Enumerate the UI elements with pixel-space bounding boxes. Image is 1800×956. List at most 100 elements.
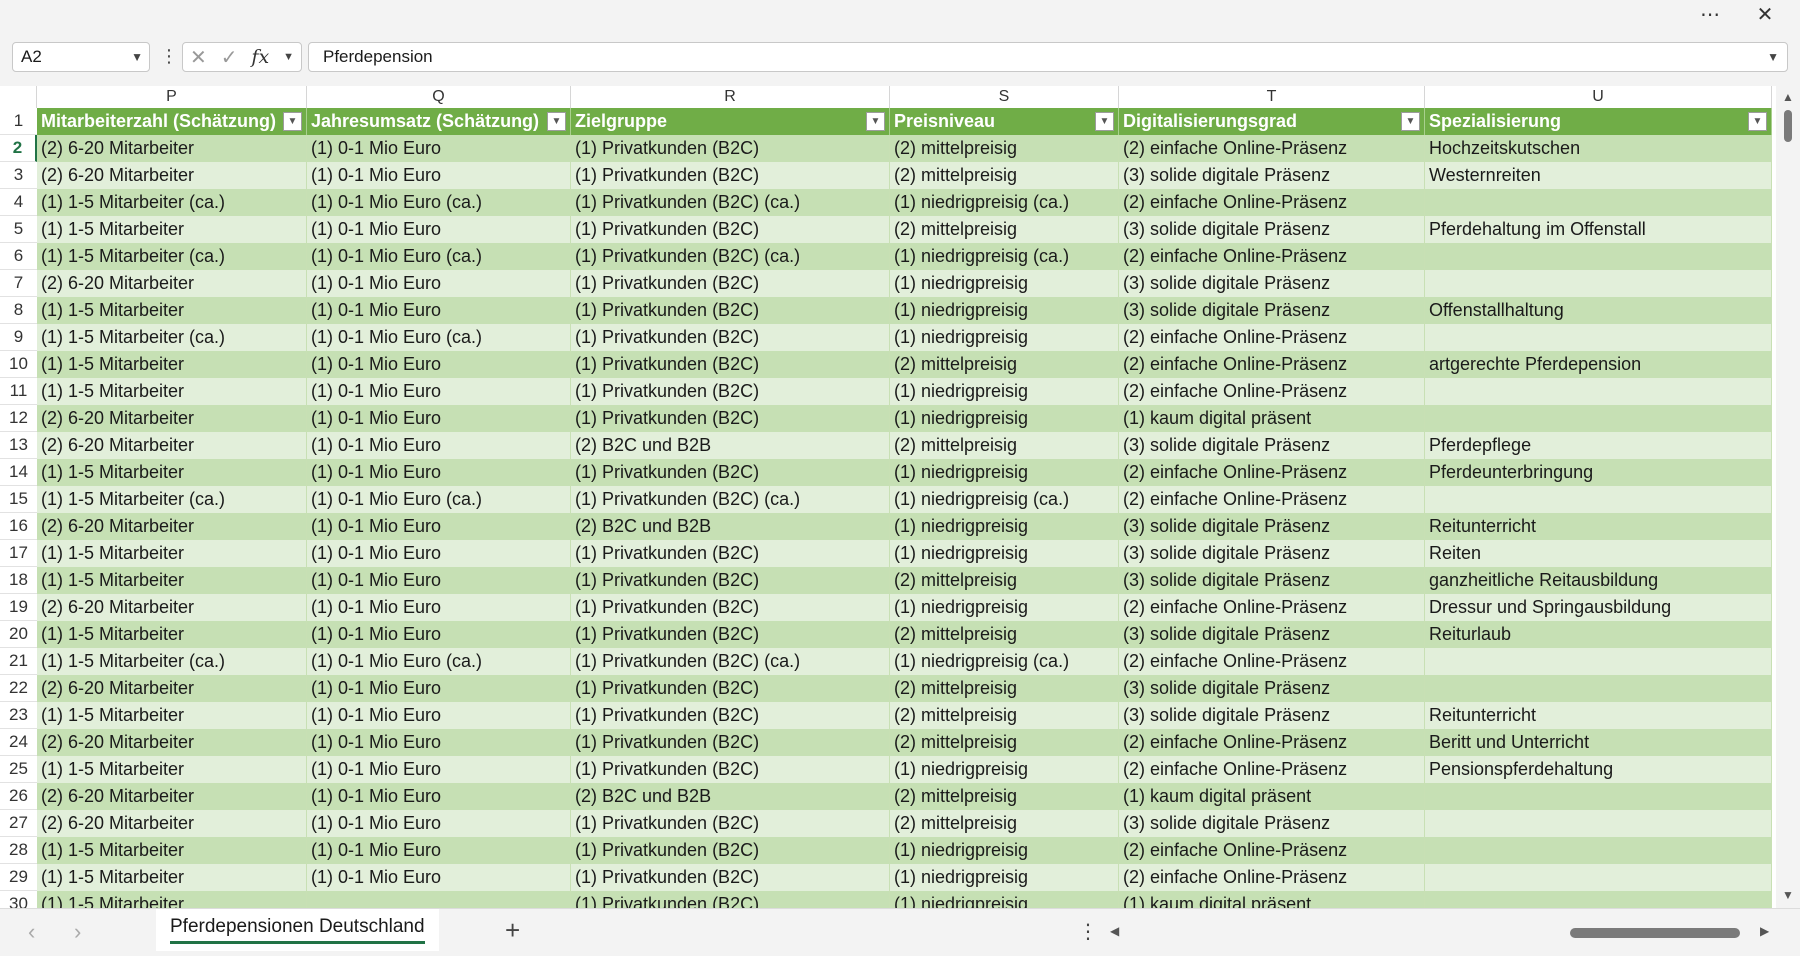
- table-cell[interactable]: (1) Privatkunden (B2C): [571, 135, 890, 162]
- row-header[interactable]: 26: [0, 783, 37, 810]
- table-cell[interactable]: [1425, 324, 1772, 351]
- table-cell[interactable]: (1) Privatkunden (B2C) (ca.): [571, 648, 890, 675]
- table-cell[interactable]: [1425, 270, 1772, 297]
- row-header[interactable]: 28: [0, 837, 37, 864]
- row-header[interactable]: 12: [0, 405, 37, 432]
- table-cell[interactable]: (3) solide digitale Präsenz: [1119, 621, 1425, 648]
- filter-dropdown-icon[interactable]: ▼: [866, 112, 885, 131]
- table-header-cell[interactable]: Mitarbeiterzahl (Schätzung) ▼: [37, 108, 307, 135]
- table-cell[interactable]: (1) 1-5 Mitarbeiter (ca.): [37, 243, 307, 270]
- table-cell[interactable]: (1) Privatkunden (B2C): [571, 162, 890, 189]
- table-cell[interactable]: (1) Privatkunden (B2C): [571, 270, 890, 297]
- table-cell[interactable]: (2) mittelpreisig: [890, 432, 1119, 459]
- row-header[interactable]: 11: [0, 378, 37, 405]
- table-cell[interactable]: (1) 0-1 Mio Euro: [307, 432, 571, 459]
- table-cell[interactable]: (3) solide digitale Präsenz: [1119, 702, 1425, 729]
- table-cell[interactable]: (2) einfache Online-Präsenz: [1119, 189, 1425, 216]
- table-cell[interactable]: (1) niedrigpreisig: [890, 540, 1119, 567]
- table-cell[interactable]: (1) niedrigpreisig (ca.): [890, 648, 1119, 675]
- table-cell[interactable]: (1) niedrigpreisig: [890, 459, 1119, 486]
- vertical-ellipsis-icon[interactable]: ⋮: [160, 46, 178, 66]
- row-header[interactable]: 6: [0, 243, 37, 270]
- table-cell[interactable]: (1) 1-5 Mitarbeiter: [37, 621, 307, 648]
- table-cell[interactable]: [1425, 243, 1772, 270]
- table-cell[interactable]: Reitunterricht: [1425, 513, 1772, 540]
- scroll-right-icon[interactable]: ▶: [1760, 924, 1769, 938]
- table-cell[interactable]: (1) Privatkunden (B2C): [571, 810, 890, 837]
- row-header[interactable]: 20: [0, 621, 37, 648]
- row-header[interactable]: 27: [0, 810, 37, 837]
- table-cell[interactable]: (1) 0-1 Mio Euro: [307, 756, 571, 783]
- horizontal-scrollbar[interactable]: ◀ ▶: [1110, 921, 1780, 941]
- function-icon[interactable]: fx: [251, 46, 269, 68]
- chevron-down-icon[interactable]: ▼: [283, 51, 294, 63]
- column-header-s[interactable]: S: [890, 86, 1119, 108]
- table-cell[interactable]: (2) mittelpreisig: [890, 216, 1119, 243]
- table-cell[interactable]: (3) solide digitale Präsenz: [1119, 513, 1425, 540]
- column-header-u[interactable]: U: [1425, 86, 1772, 108]
- table-cell[interactable]: (2) mittelpreisig: [890, 675, 1119, 702]
- scroll-thumb[interactable]: [1784, 110, 1792, 142]
- row-header[interactable]: 15: [0, 486, 37, 513]
- table-cell[interactable]: (2) mittelpreisig: [890, 351, 1119, 378]
- table-cell[interactable]: (1) Privatkunden (B2C): [571, 405, 890, 432]
- table-cell[interactable]: [1425, 405, 1772, 432]
- expand-formula-icon[interactable]: ▼: [1767, 50, 1779, 64]
- table-cell[interactable]: (1) kaum digital präsent: [1119, 405, 1425, 432]
- table-cell[interactable]: (1) niedrigpreisig: [890, 594, 1119, 621]
- table-cell[interactable]: (1) 1-5 Mitarbeiter (ca.): [37, 486, 307, 513]
- table-cell[interactable]: Pferdeunterbringung: [1425, 459, 1772, 486]
- table-header-cell[interactable]: Spezialisierung ▼: [1425, 108, 1772, 135]
- row-header[interactable]: 8: [0, 297, 37, 324]
- table-cell[interactable]: Pferdepflege: [1425, 432, 1772, 459]
- table-cell[interactable]: (1) niedrigpreisig: [890, 837, 1119, 864]
- table-cell[interactable]: (2) 6-20 Mitarbeiter: [37, 135, 307, 162]
- table-header-cell[interactable]: Digitalisierungsgrad ▼: [1119, 108, 1425, 135]
- table-cell[interactable]: (3) solide digitale Präsenz: [1119, 216, 1425, 243]
- table-cell[interactable]: Dressur und Springausbildung: [1425, 594, 1772, 621]
- table-cell[interactable]: (2) 6-20 Mitarbeiter: [37, 432, 307, 459]
- table-cell[interactable]: (2) einfache Online-Präsenz: [1119, 378, 1425, 405]
- table-cell[interactable]: (1) Privatkunden (B2C): [571, 324, 890, 351]
- row-header[interactable]: 29: [0, 864, 37, 891]
- table-cell[interactable]: (2) mittelpreisig: [890, 702, 1119, 729]
- table-cell[interactable]: (1) Privatkunden (B2C): [571, 621, 890, 648]
- table-cell[interactable]: (1) niedrigpreisig: [890, 324, 1119, 351]
- table-cell[interactable]: (1) Privatkunden (B2C) (ca.): [571, 486, 890, 513]
- table-cell[interactable]: (1) kaum digital präsent: [1119, 891, 1425, 908]
- table-cell[interactable]: Reiturlaub: [1425, 621, 1772, 648]
- table-cell[interactable]: [1425, 378, 1772, 405]
- table-cell[interactable]: (1) 0-1 Mio Euro: [307, 675, 571, 702]
- table-cell[interactable]: (1) 0-1 Mio Euro: [307, 729, 571, 756]
- table-cell[interactable]: (2) 6-20 Mitarbeiter: [37, 270, 307, 297]
- table-cell[interactable]: (2) mittelpreisig: [890, 567, 1119, 594]
- table-cell[interactable]: (1) Privatkunden (B2C): [571, 378, 890, 405]
- table-cell[interactable]: (1) Privatkunden (B2C): [571, 594, 890, 621]
- vertical-scrollbar[interactable]: ▲ ▼: [1776, 86, 1800, 908]
- table-cell[interactable]: (2) 6-20 Mitarbeiter: [37, 405, 307, 432]
- table-cell[interactable]: (1) 0-1 Mio Euro (ca.): [307, 243, 571, 270]
- table-cell[interactable]: (1) Privatkunden (B2C): [571, 864, 890, 891]
- row-header[interactable]: 7: [0, 270, 37, 297]
- table-cell[interactable]: (1) Privatkunden (B2C): [571, 297, 890, 324]
- row-header[interactable]: 23: [0, 702, 37, 729]
- table-cell[interactable]: (1) 0-1 Mio Euro: [307, 513, 571, 540]
- table-cell[interactable]: [307, 891, 571, 908]
- table-cell[interactable]: (1) Privatkunden (B2C): [571, 837, 890, 864]
- table-cell[interactable]: (2) mittelpreisig: [890, 729, 1119, 756]
- table-cell[interactable]: (1) 0-1 Mio Euro: [307, 135, 571, 162]
- table-cell[interactable]: (1) 0-1 Mio Euro: [307, 837, 571, 864]
- table-cell[interactable]: [1425, 486, 1772, 513]
- table-cell[interactable]: Offenstallhaltung: [1425, 297, 1772, 324]
- table-cell[interactable]: (1) 0-1 Mio Euro (ca.): [307, 189, 571, 216]
- column-header-p[interactable]: P: [37, 86, 307, 108]
- formula-input[interactable]: Pferdepension ▼: [308, 42, 1788, 72]
- chevron-down-icon[interactable]: ▼: [131, 50, 143, 64]
- table-cell[interactable]: (1) 0-1 Mio Euro: [307, 351, 571, 378]
- table-cell[interactable]: artgerechte Pferdepension: [1425, 351, 1772, 378]
- table-cell[interactable]: (1) 1-5 Mitarbeiter: [37, 567, 307, 594]
- table-cell[interactable]: (1) 0-1 Mio Euro: [307, 702, 571, 729]
- row-header[interactable]: 30: [0, 891, 37, 908]
- table-cell[interactable]: (1) 0-1 Mio Euro: [307, 162, 571, 189]
- table-cell[interactable]: (1) 0-1 Mio Euro: [307, 621, 571, 648]
